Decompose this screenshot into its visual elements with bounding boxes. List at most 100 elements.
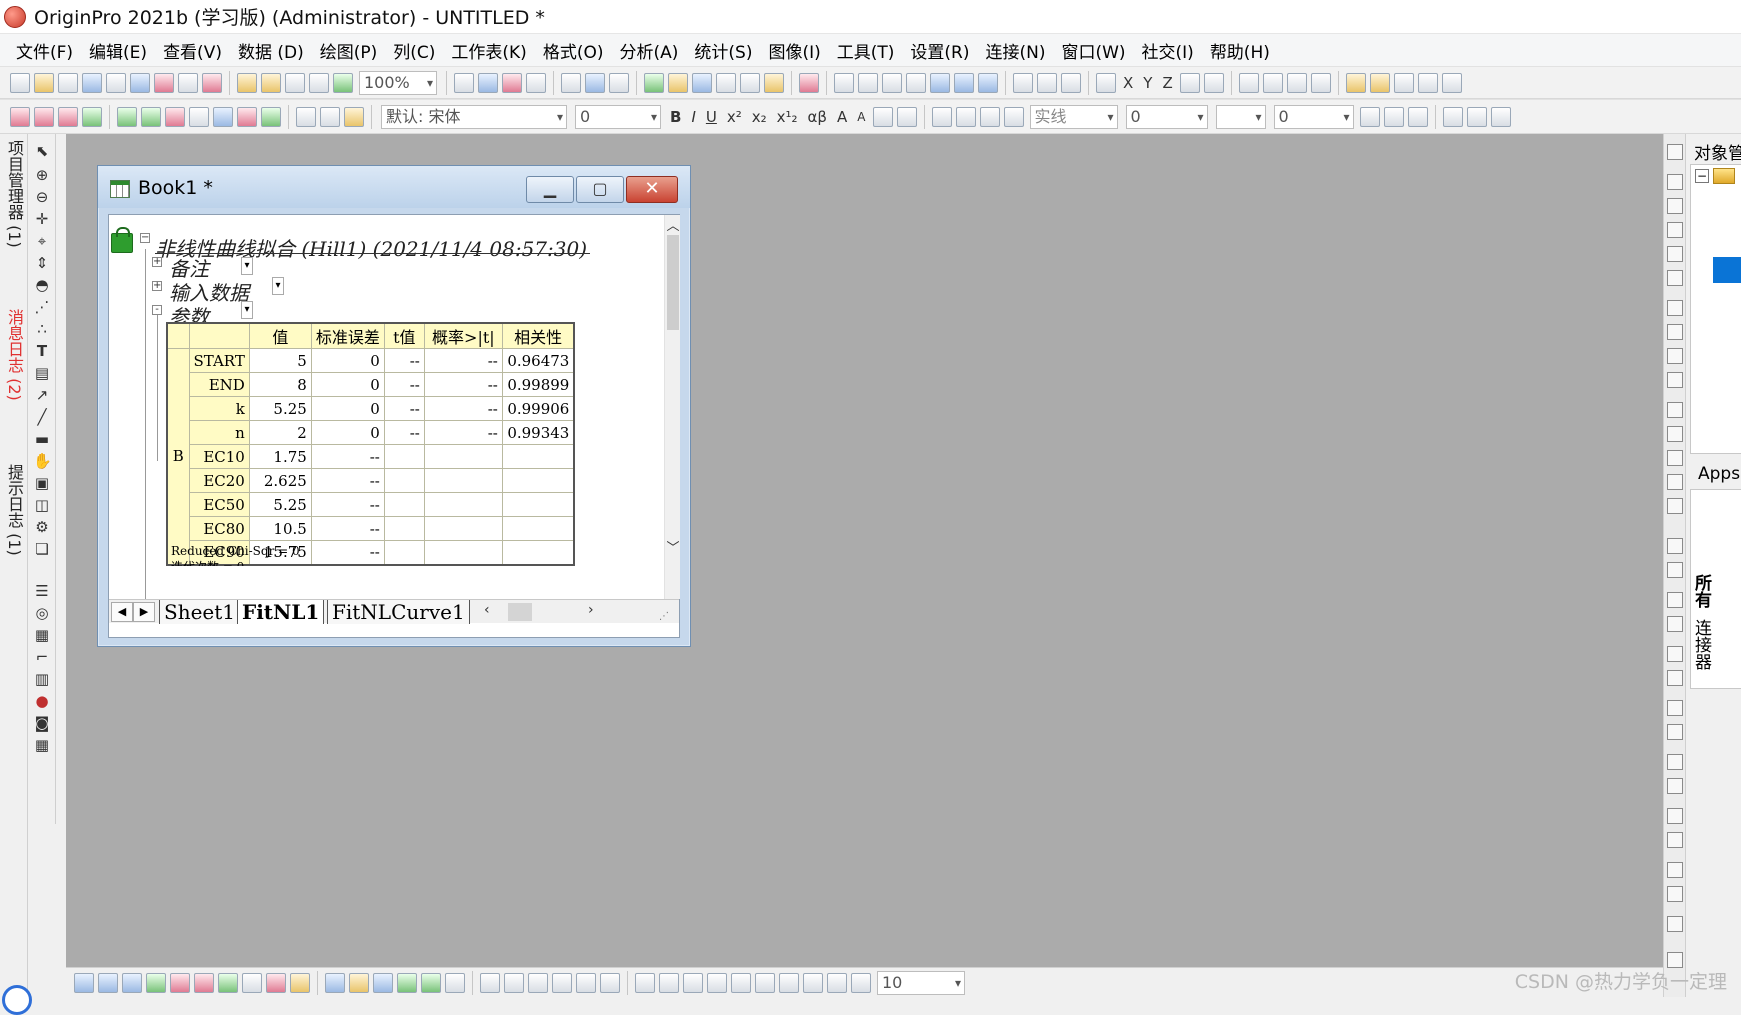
cut-icon[interactable] [296,106,316,127]
param-t[interactable]: -- [383,372,425,397]
param-value[interactable]: 5.25 [248,492,312,517]
font-size-combo[interactable]: 0 [575,104,661,129]
find-icon[interactable] [668,72,688,93]
object-i-icon[interactable] [827,972,847,993]
arrange-n-icon[interactable] [1667,886,1683,902]
param-dependency[interactable] [501,516,575,541]
plot-column-icon[interactable] [82,106,102,127]
close-button[interactable]: ✕ [626,176,678,203]
param-t[interactable] [383,492,425,517]
scroll-down-icon[interactable]: ﹀ [665,537,681,556]
mask-icon[interactable]: ◓ [33,276,51,294]
arrange-c-icon[interactable] [1667,592,1683,608]
distribute-v-icon[interactable] [1466,106,1487,127]
increase-font-button[interactable]: A [837,108,847,126]
new-matrix-icon[interactable] [106,72,126,93]
line-width2-combo[interactable]: 0 [1273,104,1354,129]
open-template-icon[interactable] [261,72,281,93]
minimize-button[interactable]: ▁ [526,176,574,203]
text-tool-icon[interactable]: T [33,342,51,360]
set-y-button[interactable]: Y [1143,74,1152,92]
new-workbook-icon[interactable] [58,72,78,93]
object-e-icon[interactable] [731,972,751,993]
param-stderr[interactable]: -- [310,516,385,541]
menu-window[interactable]: 窗口(W) [1061,36,1125,65]
menu-file[interactable]: 文件(F) [16,36,73,65]
subtract-icon[interactable] [576,972,596,993]
param-dependency[interactable] [501,492,575,517]
param-stderr[interactable]: -- [310,444,385,469]
peak-icon[interactable] [552,972,572,993]
tab-next-icon[interactable]: ▶ [133,602,155,622]
layout-b-icon[interactable] [1667,348,1683,364]
results-log-icon[interactable] [585,72,605,93]
param-prob[interactable] [423,516,503,541]
arrow-tool-icon[interactable]: ↗ [33,386,51,404]
arrange-h-icon[interactable] [1667,724,1683,740]
plot-contour-icon[interactable] [349,972,369,993]
align-bottom-icon[interactable] [1667,474,1683,490]
ungroup-icon[interactable] [141,106,161,127]
region-icon[interactable]: ▣ [33,474,51,492]
param-stderr[interactable]: -- [310,468,385,493]
param-value[interactable]: 8 [248,372,312,397]
smart-hint-icon[interactable] [764,72,784,93]
plot-scatter-bottom-icon[interactable] [98,972,118,993]
table-icon[interactable] [716,72,736,93]
plot-template-icon[interactable] [373,972,393,993]
column-chart-icon[interactable] [954,72,974,93]
line-style-combo[interactable]: 实线 [1029,104,1118,129]
code-builder-icon[interactable] [561,72,581,93]
param-prob[interactable] [423,492,503,517]
scroll-left-icon[interactable]: ‹ [484,602,490,618]
new-excel-icon[interactable] [202,72,222,93]
tool-c-icon[interactable] [1393,72,1414,93]
greek-button[interactable]: αβ [808,108,827,126]
print-icon[interactable] [454,72,474,93]
merge-icon[interactable] [189,106,209,127]
apps-tab-all[interactable]: 所有 [1691,574,1714,608]
project-explorer-icon[interactable] [644,72,664,93]
hints-log-tab[interactable]: 提示日志 (1) [2,464,26,556]
plot-image-icon[interactable] [421,972,441,993]
new-layout-icon[interactable] [154,72,174,93]
save-template-icon[interactable] [309,72,329,93]
brightness-icon[interactable] [1003,106,1024,127]
param-stderr[interactable]: 0 [310,372,385,397]
filter-icon[interactable] [1013,72,1033,93]
font-combo[interactable]: 默认: 宋体 [381,104,567,129]
bar-chart-icon[interactable] [930,72,950,93]
sort-icon[interactable] [882,72,902,93]
formula-icon[interactable] [740,72,760,93]
param-stderr[interactable]: -- [310,540,385,565]
messages-log-tab[interactable]: 消息日志 (2) [2,309,26,401]
menu-settings[interactable]: 设置(R) [910,36,969,65]
open-icon[interactable] [237,72,257,93]
selected-tree-item[interactable] [1713,257,1741,283]
tab-prev-icon[interactable]: ◀ [111,602,133,622]
statistics-icon[interactable] [858,72,878,93]
set-error-icon[interactable] [1179,72,1200,93]
param-dependency[interactable] [501,540,575,565]
baseline-icon[interactable] [528,972,548,993]
smooth-icon[interactable] [480,972,500,993]
arrange-o-icon[interactable] [1667,916,1683,932]
grid-icon[interactable] [526,72,546,93]
copy-icon[interactable] [320,106,340,127]
arrange-f-icon[interactable] [1667,670,1683,686]
layout-a-icon[interactable] [1667,324,1683,340]
add-layer-icon[interactable] [261,106,281,127]
sum-icon[interactable] [834,72,854,93]
plot-column-bottom-icon[interactable] [146,972,166,993]
param-prob[interactable]: -- [423,420,503,445]
param-stderr[interactable]: 0 [310,348,385,373]
resize-icon[interactable] [1490,106,1511,127]
frame-icon[interactable] [1667,300,1683,316]
align-right-icon[interactable] [1667,426,1683,442]
zoom-combo[interactable]: 100% [359,70,437,95]
tool-e-icon[interactable] [1441,72,1462,93]
params-dropdown[interactable]: ▾ [241,301,253,319]
param-value[interactable]: 5 [248,348,312,373]
param-value[interactable]: 10.5 [248,516,312,541]
input-expand-toggle[interactable]: + [152,281,162,291]
